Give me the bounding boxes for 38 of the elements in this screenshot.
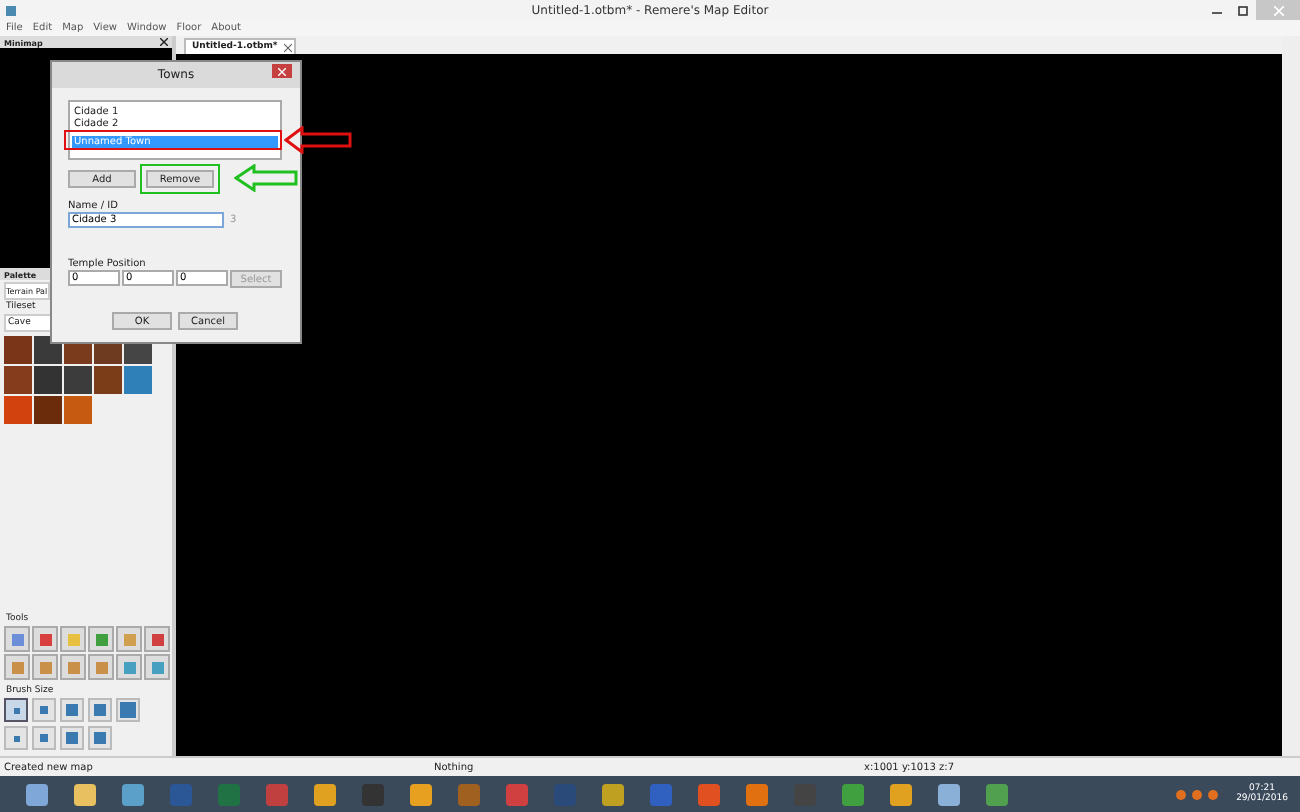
close-button[interactable]: [272, 64, 292, 78]
tool-button[interactable]: [32, 654, 58, 680]
tool-button[interactable]: [144, 654, 170, 680]
tool-button[interactable]: [60, 626, 86, 652]
arrow-annotation: [234, 164, 298, 192]
tool-button[interactable]: [144, 626, 170, 652]
tile-swatch[interactable]: [34, 366, 62, 394]
brush-size-button[interactable]: [4, 726, 28, 750]
tile-swatch[interactable]: [64, 366, 92, 394]
tile-swatch[interactable]: [4, 336, 32, 364]
tool-button[interactable]: [88, 654, 114, 680]
brush-size-button[interactable]: [32, 726, 56, 750]
tile-swatch[interactable]: [64, 396, 92, 424]
brush-size-button[interactable]: [32, 698, 56, 722]
tool-button[interactable]: [32, 626, 58, 652]
brush-size-button[interactable]: [116, 698, 140, 722]
brush-size-button[interactable]: [88, 698, 112, 722]
brush-size-button[interactable]: [60, 698, 84, 722]
tool-button[interactable]: [4, 654, 30, 680]
brush-size-button[interactable]: [88, 726, 112, 750]
close-icon: [278, 67, 286, 75]
close-icon[interactable]: [160, 38, 168, 46]
tile-swatch[interactable]: [4, 366, 32, 394]
tile-swatch[interactable]: [4, 396, 32, 424]
tile-swatch[interactable]: [94, 366, 122, 394]
tool-button[interactable]: [4, 626, 30, 652]
arrow-annotation: [284, 126, 352, 154]
tool-button[interactable]: [60, 654, 86, 680]
close-icon[interactable]: [283, 43, 292, 51]
tile-swatch[interactable]: [124, 366, 152, 394]
app-icon: [6, 5, 16, 15]
tool-button[interactable]: [116, 654, 142, 680]
brush-size-button[interactable]: [60, 726, 84, 750]
brush-size-button[interactable]: [4, 698, 28, 722]
tool-button[interactable]: [88, 626, 114, 652]
maximize-icon[interactable]: [1238, 5, 1248, 15]
tool-button[interactable]: [116, 626, 142, 652]
tile-swatch[interactable]: [34, 396, 62, 424]
